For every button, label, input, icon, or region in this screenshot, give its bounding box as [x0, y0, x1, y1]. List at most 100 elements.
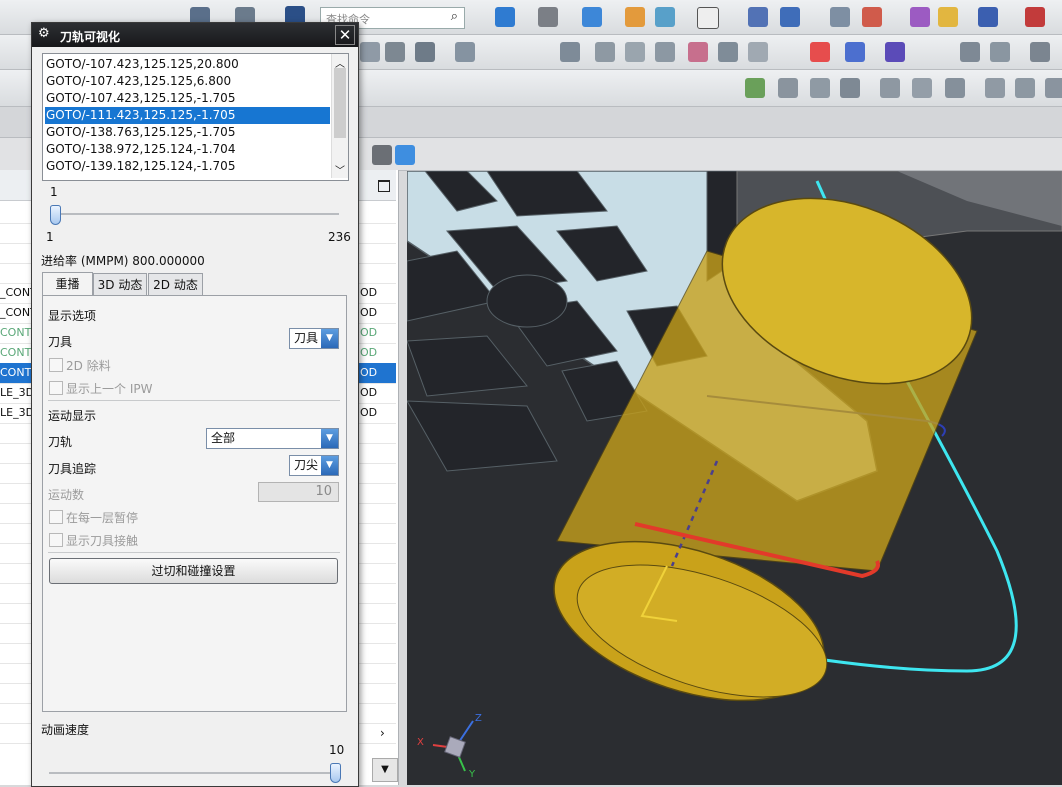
bar-chart-icon[interactable] [960, 42, 980, 62]
scroll-thumb[interactable] [334, 68, 346, 138]
maximize-icon[interactable] [378, 180, 390, 192]
box-icon[interactable] [748, 42, 768, 62]
goto-list-item[interactable]: GOTO/-138.972,125.124,-1.704 [45, 141, 330, 158]
gear-icon[interactable]: ⚙ [38, 26, 50, 41]
geometry-icon[interactable] [810, 78, 830, 98]
chevron-down-icon[interactable]: ▼ [321, 429, 338, 448]
tool-trace-select[interactable]: 刀尖 ▼ [289, 455, 339, 476]
step-slider-thumb[interactable] [50, 205, 61, 225]
anim-speed-thumb[interactable] [330, 763, 341, 783]
anim-speed-track[interactable] [49, 772, 339, 774]
move-icon[interactable] [748, 7, 768, 27]
shop-doc-icon[interactable] [985, 78, 1005, 98]
replay-panel: 显示选项 刀具 刀具 ▼ 2D 除料 显示上一个 IPW 运动显示 刀轨 全部 … [42, 295, 347, 712]
chevron-down-icon[interactable]: ▼ [321, 456, 338, 475]
goto-list-item[interactable]: GOTO/-139.182,125.124,-1.705 [45, 158, 330, 175]
tab-replay-label: 重播 [55, 277, 80, 291]
scroll-down-icon[interactable]: ﹀ [335, 162, 345, 177]
motion-count-label: 运动数 [48, 488, 85, 502]
play-end-icon[interactable] [885, 42, 905, 62]
lathe-icon[interactable] [385, 42, 405, 62]
play-forward-icon[interactable] [810, 42, 830, 62]
step-slider-track[interactable] [52, 213, 339, 215]
wrench-icon[interactable] [1045, 78, 1062, 98]
motion-count-input[interactable]: 10 [258, 482, 339, 502]
shade-icon[interactable] [538, 7, 558, 27]
shaded-icon[interactable] [372, 145, 392, 165]
navigator-row-method: OD [360, 346, 378, 359]
play-icon[interactable] [845, 42, 865, 62]
show-prev-ipw-checkbox[interactable] [49, 381, 63, 395]
tool-display-select[interactable]: 刀具 ▼ [289, 328, 339, 349]
magic-icon[interactable] [938, 7, 958, 27]
nav-dropdown-icon[interactable]: ▼ [372, 758, 398, 782]
curve-icon[interactable] [688, 42, 708, 62]
axis-triad: X Z Y [415, 711, 485, 781]
chevron-down-icon[interactable]: ▼ [321, 329, 338, 348]
snap-icon[interactable] [978, 7, 998, 27]
method-icon[interactable] [840, 78, 860, 98]
nav-scroll-right-icon[interactable]: › [380, 726, 385, 740]
tab-replay[interactable]: 重播 [42, 272, 93, 296]
pause-each-layer-checkbox[interactable] [49, 510, 63, 524]
check-icon[interactable] [745, 78, 765, 98]
clock-icon[interactable] [718, 42, 738, 62]
wcs-icon[interactable] [862, 7, 882, 27]
tab-2d-dynamic[interactable]: 2D 动态 [148, 273, 203, 295]
tool-label: 刀具 [48, 335, 73, 349]
goto-list-item[interactable]: GOTO/-107.423,125.125,6.800 [45, 73, 330, 90]
edit-icon[interactable] [880, 78, 900, 98]
step-min-label: 1 [46, 230, 54, 244]
navigator-row-method: OD [360, 326, 378, 339]
toolpath-select[interactable]: 全部 ▼ [206, 428, 339, 449]
tab-3d-label: 3D 动态 [97, 278, 143, 292]
show-tool-contact-label: 显示刀具接触 [66, 534, 139, 548]
display-icon[interactable] [912, 78, 932, 98]
ops-icon[interactable] [360, 42, 380, 62]
tile-icon[interactable] [655, 42, 675, 62]
holes-icon[interactable] [415, 42, 435, 62]
navigator-row-name: CONT [0, 346, 32, 359]
goto-list-scrollbar[interactable]: ︿ ﹀ [331, 54, 348, 178]
cube-icon[interactable] [395, 145, 415, 165]
cube-view-icon[interactable] [582, 7, 602, 27]
group-icon[interactable] [455, 42, 475, 62]
tab-3d-dynamic[interactable]: 3D 动态 [93, 273, 147, 295]
goto-list-item[interactable]: GOTO/-107.423,125.125,-1.705 [45, 90, 330, 107]
verify-icon[interactable] [560, 42, 580, 62]
list-icon[interactable] [830, 7, 850, 27]
goto-list-item[interactable]: GOTO/-107.423,125.125,20.800 [45, 56, 330, 73]
goto-list-item[interactable]: GOTO/-111.423,125.125,-1.705 [45, 107, 330, 124]
path-icon[interactable] [595, 42, 615, 62]
gouge-collision-settings-button[interactable]: 过切和碰撞设置 [49, 558, 338, 584]
window-icon[interactable] [697, 7, 719, 29]
stair-icon[interactable] [625, 42, 645, 62]
section-divider [48, 552, 340, 553]
dialog-titlebar[interactable]: ⚙ 刀轨可视化 ✕ [32, 23, 358, 47]
navigator-row-name: CONT [0, 326, 32, 339]
stack-icon[interactable] [990, 42, 1010, 62]
postprocess-icon[interactable] [1015, 78, 1035, 98]
tool-icon[interactable] [778, 78, 798, 98]
search-icon[interactable]: ⌕ [451, 9, 458, 24]
show-tool-contact-checkbox[interactable] [49, 533, 63, 547]
graphics-viewport[interactable]: X Z Y [407, 171, 1062, 785]
analysis-icon[interactable] [910, 7, 930, 27]
feedrate-text: 进给率 (MMPM) 800.000000 [41, 254, 205, 268]
transform-icon[interactable] [780, 7, 800, 27]
fit-view-icon[interactable] [495, 7, 515, 27]
goto-listbox[interactable]: GOTO/-107.423,125.125,20.800 GOTO/-107.42… [42, 53, 349, 181]
cutter-icon[interactable] [1030, 42, 1050, 62]
close-button[interactable]: ✕ [335, 25, 355, 45]
step-current-value: 1 [50, 185, 58, 199]
display-options-heading: 显示选项 [48, 309, 97, 323]
navigator-row-method: OD [360, 386, 378, 399]
layer-icon[interactable] [655, 7, 675, 27]
output-icon[interactable] [945, 78, 965, 98]
remove-2d-checkbox[interactable] [49, 358, 63, 372]
goto-list-item[interactable]: GOTO/-138.763,125.125,-1.705 [45, 124, 330, 141]
section-icon[interactable] [625, 7, 645, 27]
tool-trace-value: 刀尖 [294, 458, 319, 472]
knife-icon[interactable] [1025, 7, 1045, 27]
dialog-title: 刀轨可视化 [60, 30, 121, 44]
